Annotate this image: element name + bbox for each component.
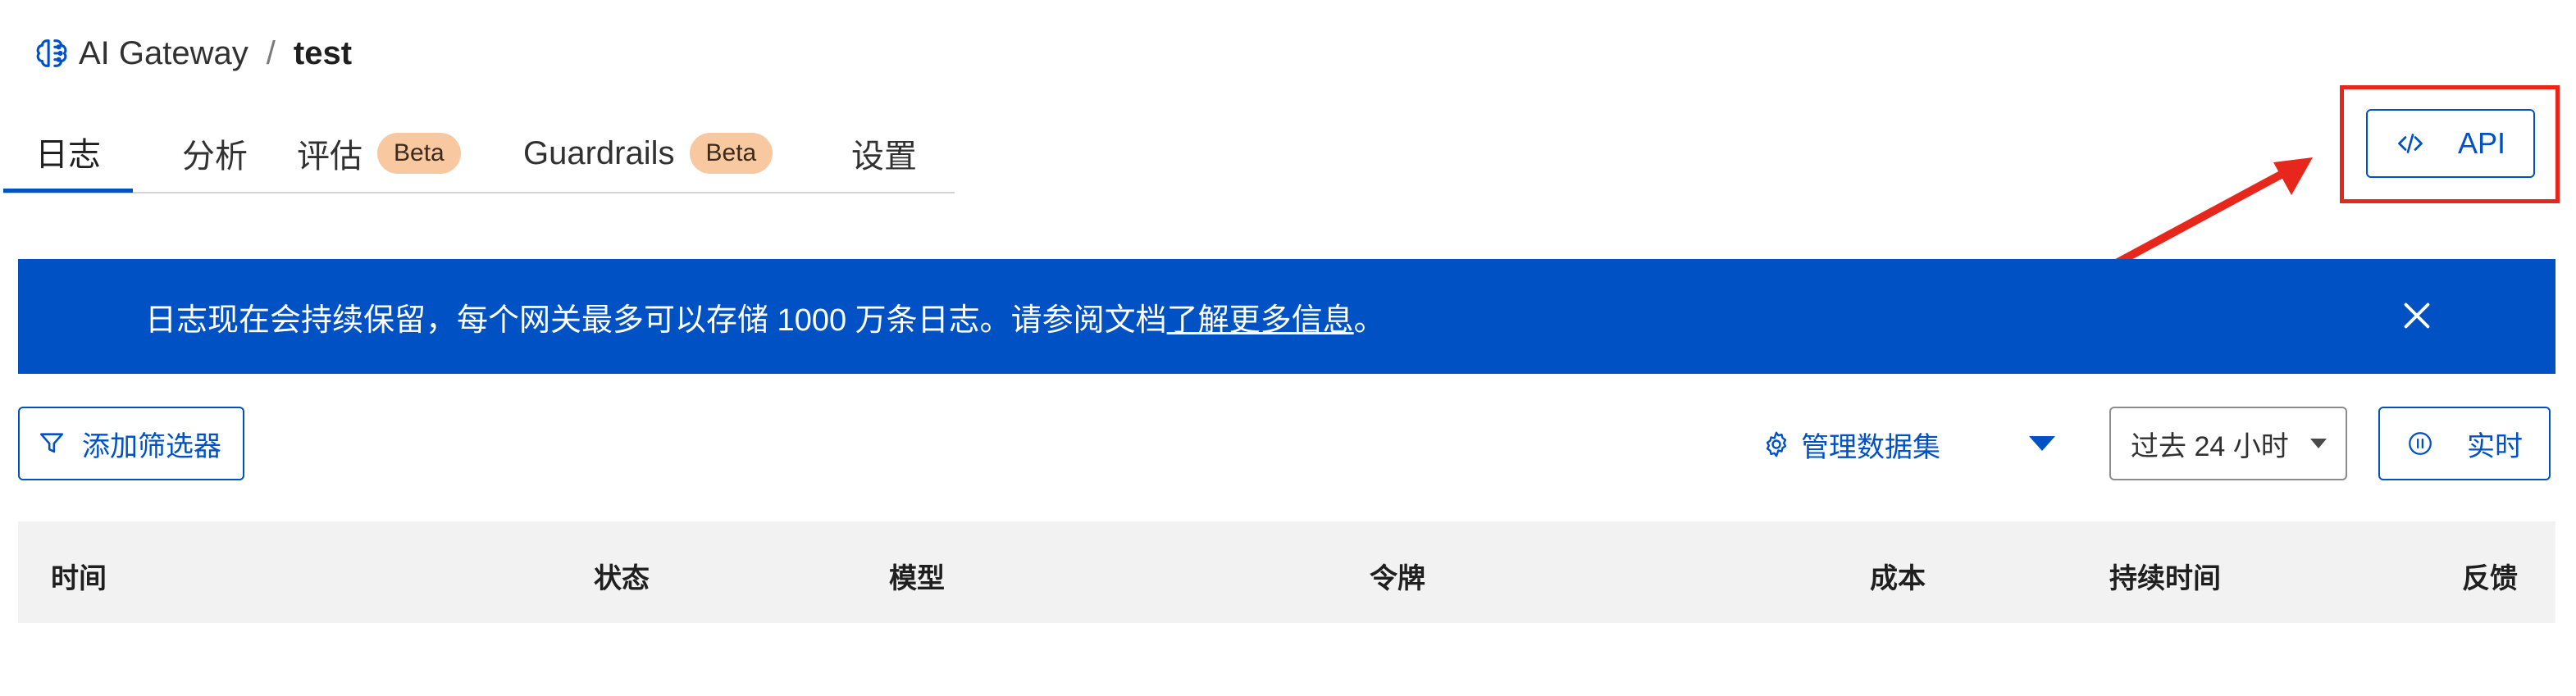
tab-analytics[interactable]: 分析 [133, 114, 297, 193]
gear-icon [1762, 430, 1791, 459]
ai-brain-icon [33, 34, 71, 72]
column-header-time[interactable]: 时间 [51, 556, 107, 596]
tab-label: 分析 [182, 139, 248, 175]
live-button[interactable]: 实时 [2378, 407, 2551, 480]
column-header-duration[interactable]: 持续时间 [2109, 556, 2221, 596]
add-filter-label: 添加筛选器 [82, 430, 221, 462]
beta-badge: Beta [689, 133, 773, 174]
logs-table-header: 时间 状态 模型 令牌 成本 持续时间 反馈 [18, 521, 2555, 623]
banner-suffix: 。 [1353, 303, 1385, 338]
filter-icon [38, 430, 66, 457]
pause-circle-icon [2406, 430, 2434, 457]
live-label: 实时 [2467, 430, 2523, 462]
column-header-feedback[interactable]: 反馈 [2462, 556, 2518, 596]
column-header-model[interactable]: 模型 [889, 556, 945, 596]
time-range-select[interactable]: 过去 24 小时 [2109, 407, 2347, 480]
annotation-highlight-box [2340, 85, 2560, 203]
banner-learn-more-link[interactable]: 了解更多信息 [1167, 303, 1354, 338]
time-range-value: 过去 24 小时 [2131, 430, 2289, 462]
column-header-status[interactable]: 状态 [594, 556, 650, 596]
tab-evaluations[interactable]: 评估 Beta [294, 114, 523, 193]
breadcrumb: AI Gateway / test [33, 31, 352, 75]
tab-guardrails[interactable]: Guardrails Beta [523, 114, 851, 193]
column-header-tokens[interactable]: 令牌 [1370, 556, 1425, 596]
close-icon[interactable] [2398, 297, 2436, 334]
caret-down-icon [2310, 439, 2327, 448]
chevron-down-icon[interactable] [2027, 433, 2057, 454]
beta-badge: Beta [377, 133, 461, 174]
column-header-cost[interactable]: 成本 [1870, 556, 1926, 596]
tab-label: Guardrails [523, 134, 675, 171]
banner-text: 日志现在会持续保留，每个网关最多可以存储 1000 万条日志。请参阅文档 [145, 303, 1167, 338]
breadcrumb-root[interactable]: AI Gateway [79, 35, 248, 72]
manage-datasets-label: 管理数据集 [1801, 431, 1940, 463]
info-banner: 日志现在会持续保留，每个网关最多可以存储 1000 万条日志。请参阅文档了解更多… [18, 259, 2555, 374]
banner-message: 日志现在会持续保留，每个网关最多可以存储 1000 万条日志。请参阅文档了解更多… [145, 294, 1385, 339]
manage-datasets-button[interactable]: 管理数据集 [1762, 423, 1940, 466]
add-filter-button[interactable]: 添加筛选器 [18, 407, 244, 480]
breadcrumb-separator: / [266, 34, 276, 71]
breadcrumb-current: test [293, 34, 353, 71]
tab-label: 日志 [35, 136, 101, 173]
tab-label: 评估 [297, 139, 362, 175]
tab-logs[interactable]: 日志 [3, 114, 133, 193]
tab-settings[interactable]: 设置 [851, 114, 950, 193]
tab-bar: 日志 分析 评估 Beta Guardrails Beta 设置 [3, 115, 955, 193]
tab-label: 设置 [851, 139, 917, 175]
